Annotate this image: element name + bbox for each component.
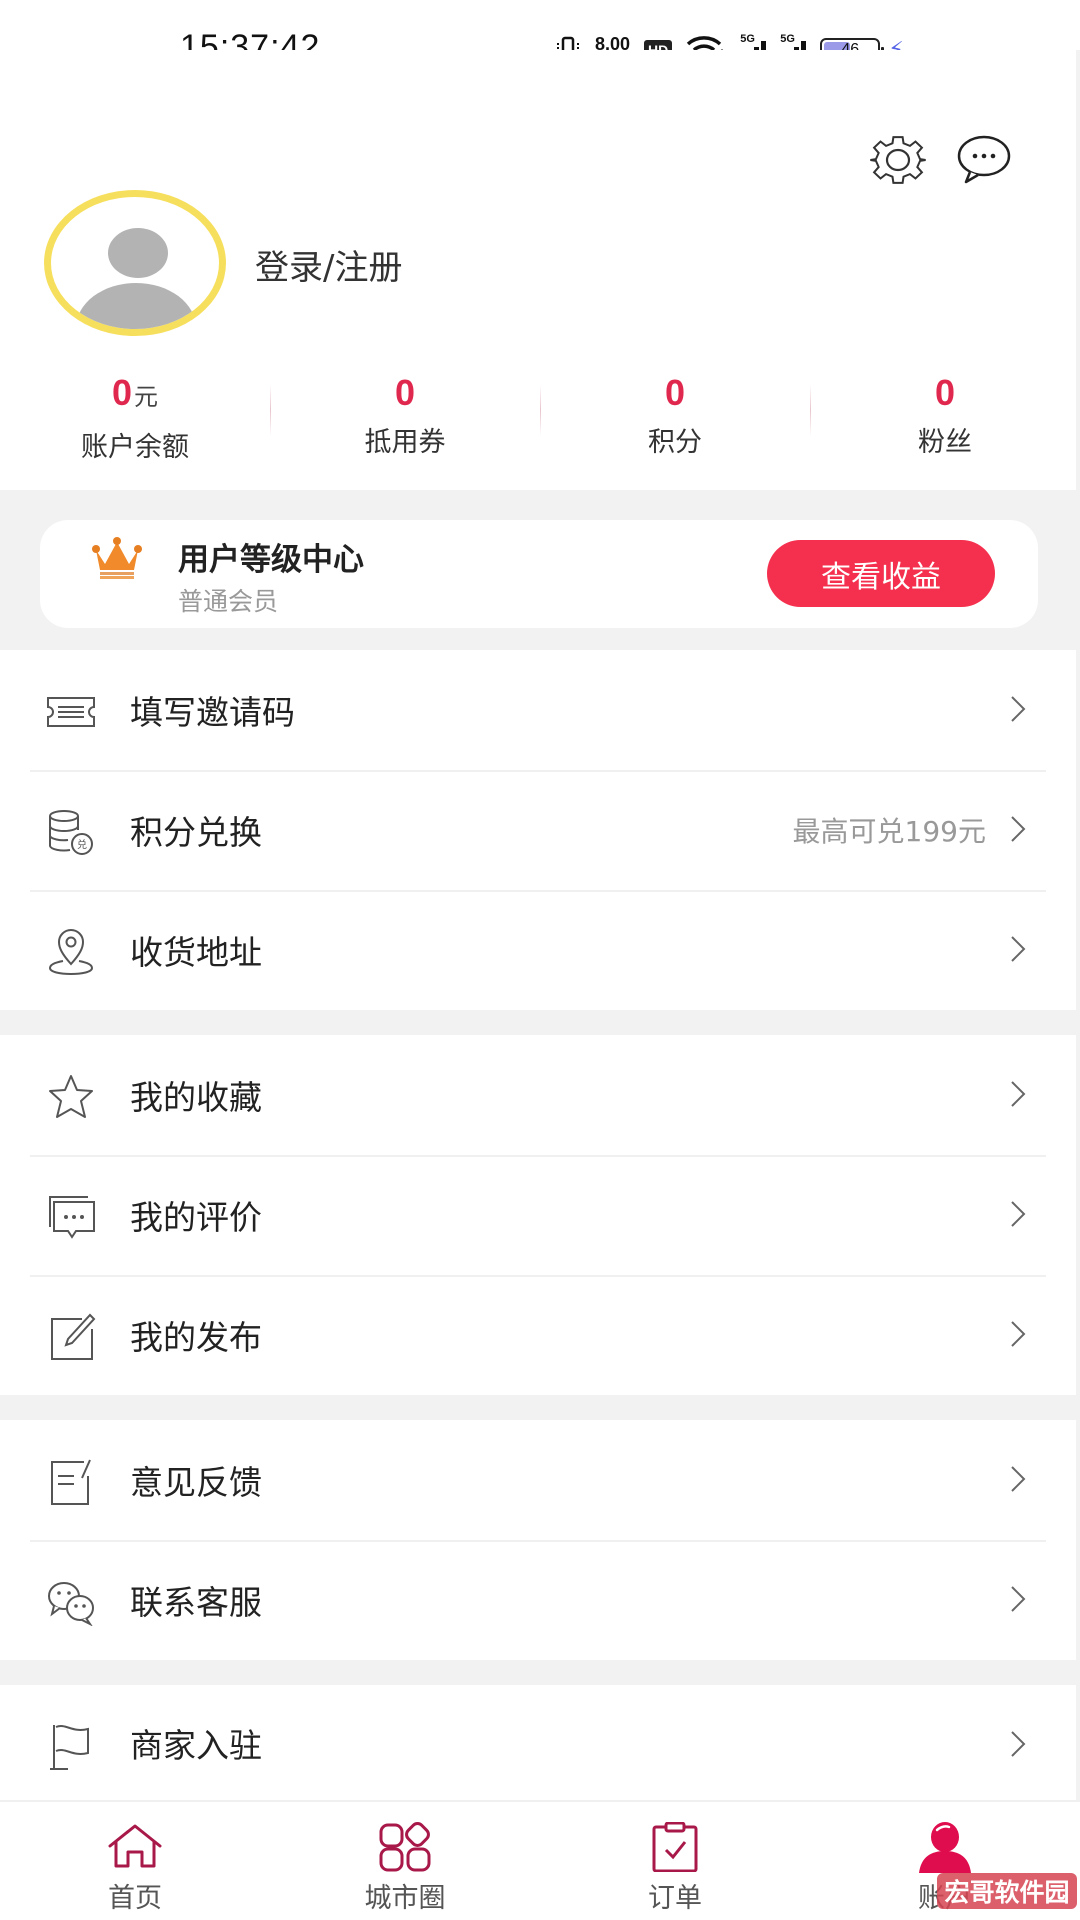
tab-home[interactable]: 首页: [0, 1802, 270, 1920]
chevron-right-icon: [1011, 1731, 1026, 1757]
chevron-right-icon: [1011, 1586, 1026, 1612]
stat-label: 积分: [648, 427, 702, 458]
bottom-tab-bar: 首页 城市圈 订单 账户: [0, 1800, 1080, 1920]
menu-item-label: 我的收藏: [130, 1078, 262, 1117]
view-earnings-button[interactable]: 查看收益: [767, 540, 995, 607]
chevron-right-icon: [1011, 1201, 1026, 1227]
stat-value: 0: [394, 372, 416, 413]
chevron-right-icon: [1011, 936, 1026, 962]
user-icon: [919, 1822, 971, 1873]
tab-label: 订单: [648, 1883, 702, 1914]
menu-item-reviews[interactable]: 我的评价: [0, 1155, 1076, 1275]
comment-icon: [49, 1196, 95, 1239]
menu-item-label: 收货地址: [130, 933, 262, 972]
stat-points[interactable]: 0 积分: [540, 372, 810, 472]
stat-balance[interactable]: 0元 账户余额: [0, 372, 270, 472]
menu-item-customer-service[interactable]: 联系客服: [0, 1540, 1076, 1660]
stat-value: 0: [111, 372, 133, 413]
chevron-right-icon: [1011, 696, 1026, 722]
profile-header: 登录/注册 0元 账户余额 0 抵用券 0 积分 0 粉丝: [0, 50, 1076, 490]
chevron-right-icon: [1011, 1081, 1026, 1107]
menu-group-activity: 我的收藏 我的评价 我的发布: [0, 1035, 1076, 1395]
location-pin-icon: [48, 929, 94, 976]
edit-icon: [51, 1313, 96, 1360]
feedback-icon: [51, 1459, 91, 1505]
chat-bubble-icon: [957, 135, 1011, 184]
menu-item-label: 意见反馈: [130, 1463, 262, 1502]
menu-group-support: 意见反馈 联系客服: [0, 1420, 1076, 1660]
avatar[interactable]: [44, 190, 226, 336]
menu-item-points-exchange[interactable]: 兑 积分兑换 最高可兑199元: [0, 770, 1076, 890]
avatar-body: [76, 283, 196, 329]
chevron-right-icon: [1011, 1321, 1026, 1347]
tab-label: 城市圈: [364, 1883, 446, 1914]
ticket-icon: [47, 697, 95, 727]
menu-item-my-posts[interactable]: 我的发布: [0, 1275, 1076, 1395]
user-level-card[interactable]: 用户等级中心 普通会员 查看收益: [40, 520, 1038, 628]
tab-orders[interactable]: 订单: [540, 1802, 810, 1920]
level-title: 用户等级中心: [178, 542, 364, 578]
coin-exchange-icon: 兑: [49, 810, 93, 855]
menu-item-label: 积分兑换: [130, 813, 262, 852]
star-icon: [49, 1075, 93, 1118]
menu-item-feedback[interactable]: 意见反馈: [0, 1420, 1076, 1540]
chevron-right-icon: [1011, 1466, 1026, 1492]
svg-text:兑: 兑: [77, 838, 87, 851]
flag-icon: [50, 1725, 89, 1770]
stat-fans[interactable]: 0 粉丝: [810, 372, 1080, 472]
stat-label: 账户余额: [81, 432, 189, 463]
menu-item-hint: 最高可兑199元: [792, 815, 986, 848]
stat-label: 粉丝: [918, 427, 972, 458]
stat-unit: 元: [134, 384, 159, 411]
wechat-icon: [48, 1582, 94, 1626]
menu-item-label: 填写邀请码: [130, 693, 295, 732]
home-icon: [108, 1824, 162, 1868]
menu-item-shipping-address[interactable]: 收货地址: [0, 890, 1076, 1010]
menu-item-label: 我的发布: [130, 1318, 262, 1357]
menu-item-invite-code[interactable]: 填写邀请码: [0, 650, 1076, 770]
menu-item-merchant-join[interactable]: 商家入驻: [0, 1685, 1076, 1800]
crown-icon: [92, 537, 142, 579]
login-register-link[interactable]: 登录/注册: [255, 240, 402, 289]
menu-item-label: 商家入驻: [130, 1725, 262, 1765]
messages-button[interactable]: [952, 128, 1016, 192]
stat-value: 0: [934, 372, 956, 413]
tab-city-circle[interactable]: 城市圈: [270, 1802, 540, 1920]
grid-icon: [379, 1822, 431, 1872]
tab-label: 首页: [108, 1883, 162, 1914]
stat-label: 抵用券: [364, 427, 446, 458]
gear-icon: [870, 136, 926, 184]
avatar-head: [108, 228, 168, 278]
menu-group-account: 填写邀请码 兑 积分兑换 最高可兑199元 收货地址: [0, 650, 1076, 1010]
menu-item-favorites[interactable]: 我的收藏: [0, 1035, 1076, 1155]
account-stats: 0元 账户余额 0 抵用券 0 积分 0 粉丝: [0, 372, 1080, 472]
chevron-right-icon: [1011, 816, 1026, 842]
status-bar: 15:37:42 8.00 KB/S HD 5G 5G 46 ⚡: [0, 0, 1080, 66]
watermark: 宏哥软件园: [937, 1873, 1077, 1909]
menu-item-label: 我的评价: [130, 1198, 262, 1237]
member-level: 普通会员: [178, 587, 279, 616]
stat-coupons[interactable]: 0 抵用券: [270, 372, 540, 472]
settings-button[interactable]: [866, 128, 930, 192]
stat-value: 0: [664, 372, 686, 413]
clipboard-check-icon: [652, 1822, 698, 1872]
menu-group-merchant: 商家入驻: [0, 1685, 1076, 1800]
menu-item-label: 联系客服: [130, 1583, 262, 1622]
